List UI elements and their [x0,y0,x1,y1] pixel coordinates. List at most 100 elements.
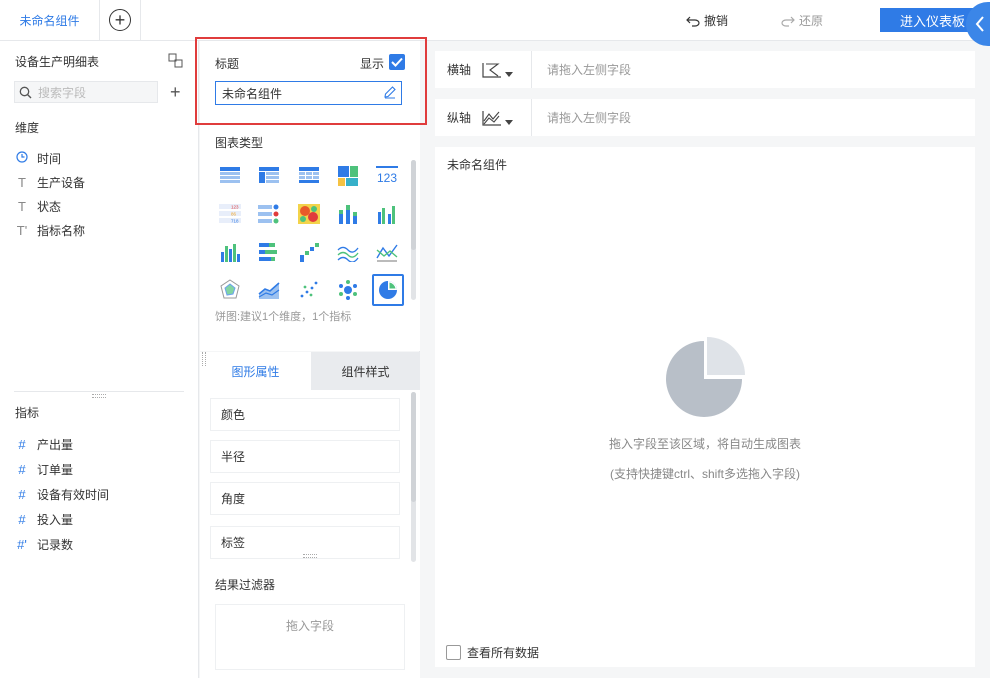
top-bar: 未命名组件 + 撤销 还原 进入仪表板 [0,0,990,46]
add-field-button[interactable]: + [170,81,181,103]
plus-circle-icon: + [109,9,131,31]
undo-button[interactable]: 撤销 [686,12,728,29]
x-axis-label: 横轴 [447,63,472,77]
enter-dashboard-button[interactable]: 进入仪表板 [880,8,976,32]
waterfall-chart-icon[interactable] [294,238,324,266]
dimension-label: 生产设备 [37,176,86,190]
measure-label: 产出量 [37,438,74,452]
progress-card-icon[interactable] [254,200,284,228]
number-field-icon: # [18,437,26,452]
radius-property[interactable]: 半径 [210,440,400,473]
svg-text:123: 123 [231,205,239,210]
column-chart-icon[interactable] [215,238,245,266]
measure-field[interactable]: # 订单量 [15,461,73,478]
text-field-icon: T [18,175,26,190]
text-field-icon: T [18,199,26,214]
dimension-field[interactable]: T' 指标名称 [15,222,85,239]
measure-field[interactable]: # 设备有效时间 [15,486,109,503]
tab-graphic-properties[interactable]: 图形属性 [200,352,311,390]
redo-icon [781,16,795,27]
svg-text:718: 718 [231,219,239,224]
canvas-hint: 拖入字段至该区域，将自动生成图表 [608,437,801,451]
dimension-field[interactable]: T 状态 [15,198,61,215]
number-calc-field-icon: #' [17,537,27,552]
checkbox-box[interactable] [446,645,461,660]
measure-label: 设备有效时间 [37,488,110,502]
treemap-chart-icon[interactable] [333,162,363,190]
clock-icon [15,151,29,166]
dimension-label: 指标名称 [37,224,86,238]
divider [14,391,184,392]
measure-label: 投入量 [37,513,74,527]
dimension-field[interactable]: 时间 [15,150,61,167]
y-axis-chart-icon [482,110,501,126]
component-tab[interactable]: 未命名组件 [0,0,100,40]
field-panel: 设备生产明细表 搜索字段 + 维度 时间 T 生产设备 T 状态 T' 指标名称… [0,41,199,678]
number-field-icon: # [18,512,26,527]
table-chart-icon[interactable] [215,162,245,190]
pie-chart-icon[interactable] [372,274,404,306]
horizontal-bar-icon[interactable] [254,238,284,266]
chart-type-scrollbar[interactable] [411,160,416,300]
switch-dataset-icon[interactable] [168,53,183,71]
chevron-left-icon [975,16,984,32]
number-field-icon: # [18,462,26,477]
y-axis-drop-zone[interactable]: 请拖入左侧字段 [532,109,631,126]
field-search-input[interactable]: 搜索字段 [14,81,158,103]
x-axis-type-dropdown[interactable] [481,61,531,79]
dataset-name: 设备生产明细表 [15,55,100,69]
vertical-resize-handle[interactable] [202,352,206,366]
chart-canvas[interactable]: 未命名组件 拖入字段至该区域，将自动生成图表 (支持快捷键ctrl、shift多… [435,147,975,667]
dimensions-heading: 维度 [15,121,40,135]
canvas-shortcut-hint: (支持快捷键ctrl、shift多选拖入字段) [610,467,800,481]
redo-button[interactable]: 还原 [781,12,823,29]
property-scrollbar[interactable] [411,392,416,562]
resize-handle[interactable] [92,394,106,398]
result-filter-heading: 结果过滤器 [215,578,276,592]
undo-label: 撤销 [704,14,729,28]
placeholder-pie-icon [664,337,746,422]
y-axis-type-dropdown[interactable] [481,109,531,127]
view-all-data-label: 查看所有数据 [467,646,540,660]
multi-line-chart-icon[interactable] [333,238,363,266]
dimension-field[interactable]: T 生产设备 [15,174,85,191]
filter-drop-placeholder: 拖入字段 [285,619,334,633]
line-chart-icon[interactable] [372,238,402,266]
grouped-table-icon[interactable] [254,162,284,190]
svg-text:86: 86 [231,212,237,217]
number-field-icon: # [18,487,26,502]
y-axis-row: 纵轴 请拖入左侧字段 [435,99,975,136]
title-highlight-box [195,37,427,125]
heatmap-chart-icon[interactable] [294,200,324,228]
text-calc-field-icon: T' [16,223,28,238]
cross-table-icon[interactable] [294,162,324,190]
kpi-number-icon[interactable]: 123 [372,162,402,190]
filter-drop-zone[interactable]: 拖入字段 [215,604,405,670]
y-axis-label: 纵轴 [447,111,472,125]
search-placeholder: 搜索字段 [38,85,87,100]
chart-type-heading: 图表类型 [215,136,264,150]
radar-chart-icon[interactable] [215,276,245,304]
area-chart-icon[interactable] [254,276,284,304]
color-property[interactable]: 颜色 [210,398,400,431]
tab-component-style[interactable]: 组件样式 [311,352,420,390]
stacked-bar-icon[interactable] [333,200,363,228]
x-axis-drop-zone[interactable]: 请拖入左侧字段 [532,61,631,78]
measure-field[interactable]: # 投入量 [15,511,73,528]
grouped-bar-icon[interactable] [372,200,402,228]
angle-property[interactable]: 角度 [210,482,400,515]
scatter-chart-icon[interactable] [294,276,324,304]
measure-field[interactable]: #' 记录数 [15,536,73,553]
resize-handle[interactable] [303,554,317,558]
search-icon [19,86,32,98]
caret-down-icon [505,120,513,125]
chart-type-hint: 饼图:建议1个维度，1个指标 [215,311,352,323]
property-tabs: 图形属性 组件样式 [200,352,420,390]
indicator-card-icon[interactable]: 123 86 718 [215,200,245,228]
measure-field[interactable]: # 产出量 [15,436,73,453]
view-all-data-checkbox[interactable]: 查看所有数据 [446,644,539,661]
property-list: 颜色 半径 角度 标签 [200,390,420,563]
measure-label: 记录数 [37,538,74,552]
bubble-chart-icon[interactable] [333,276,363,304]
add-tab-button[interactable]: + [100,0,141,40]
